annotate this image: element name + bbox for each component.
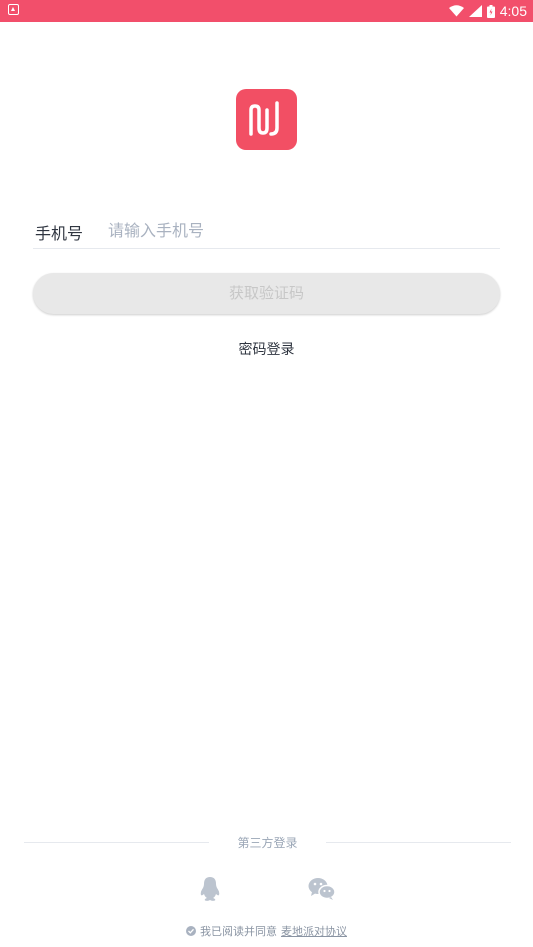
agreement-text: 我已阅读并同意 [200,925,277,938]
check-icon[interactable] [186,926,196,936]
status-bar: 4:05 [0,0,533,22]
phone-row: 手机号 [33,212,500,249]
get-code-button[interactable]: 获取验证码 [33,273,500,314]
wifi-icon [448,5,464,17]
wechat-icon [308,878,336,900]
password-login-link[interactable]: 密码登录 [0,339,533,359]
agreement-row: 我已阅读并同意 麦地派对协议 [0,922,533,940]
signal-icon [468,5,482,17]
status-time: 4:05 [499,3,527,19]
phone-label: 手机号 [35,224,84,243]
third-party-divider: 第三方登录 [24,832,511,852]
phone-input[interactable] [108,216,488,244]
notification-icon [8,4,19,15]
agreement-link[interactable]: 麦地派对协议 [281,923,347,939]
app-logo-icon [236,89,297,150]
qq-icon [200,877,220,901]
wechat-login-button[interactable] [305,872,339,906]
battery-icon [486,4,495,18]
qq-login-button[interactable] [193,872,227,906]
divider-line-right [326,842,511,843]
status-right: 4:05 [448,0,527,22]
